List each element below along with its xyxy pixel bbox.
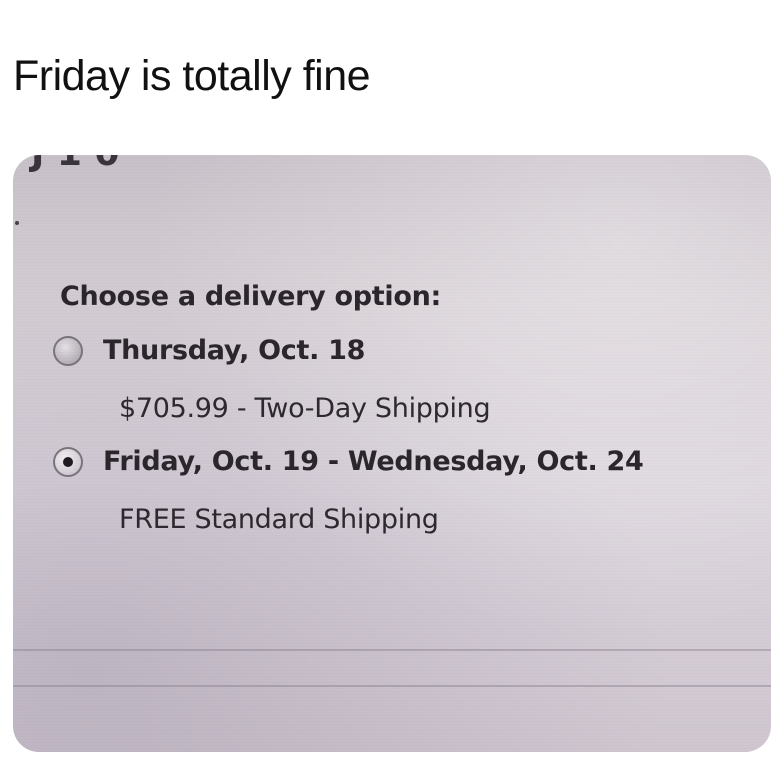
cutoff-text: J 1 0 — [31, 155, 120, 174]
delivery-option-friday[interactable]: Friday, Oct. 19 - Wednesday, Oct. 24 — [53, 446, 644, 477]
radio-button-unchecked[interactable] — [53, 335, 83, 366]
option-date-label: Thursday, Oct. 18 — [103, 335, 366, 366]
option-shipping-detail: FREE Standard Shipping — [119, 504, 439, 535]
meme: Friday is totally fine J 1 0 Choose a de… — [0, 0, 784, 784]
divider — [13, 649, 771, 651]
delivery-option-thursday[interactable]: Thursday, Oct. 18 — [53, 335, 365, 366]
radio-selected-dot — [63, 456, 73, 467]
radio-button-checked[interactable] — [53, 446, 83, 477]
delivery-heading: Choose a delivery option: — [60, 281, 442, 312]
speck — [15, 221, 19, 225]
divider — [13, 685, 771, 687]
meme-caption: Friday is totally fine — [13, 52, 371, 100]
screen-photo: J 1 0 Choose a delivery option: Thursday… — [13, 155, 771, 752]
option-shipping-detail: $705.99 - Two-Day Shipping — [119, 393, 491, 424]
option-date-label: Friday, Oct. 19 - Wednesday, Oct. 24 — [103, 446, 644, 477]
